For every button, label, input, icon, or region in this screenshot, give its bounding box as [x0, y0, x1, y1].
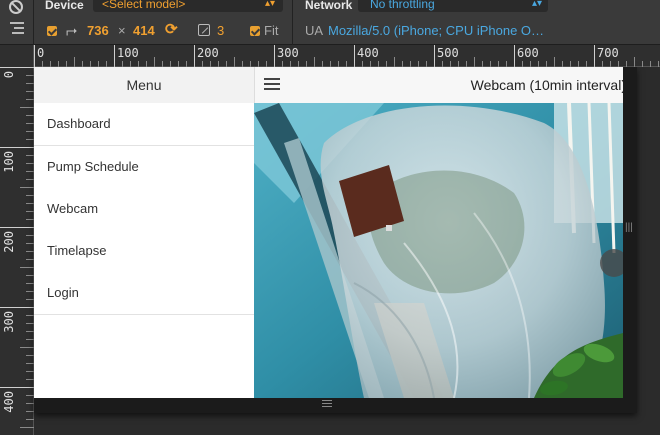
- ruler-left-label: 100: [2, 151, 16, 173]
- throttling-select[interactable]: No throttling ▴▾: [358, 0, 548, 12]
- resize-icon: ⮣: [66, 22, 78, 38]
- fit-checkbox[interactable]: [250, 26, 260, 36]
- emulate-resolution-checkbox[interactable]: [47, 26, 57, 36]
- device-label: Device: [45, 0, 84, 12]
- vertical-ruler: 0 100 200 300 400: [0, 45, 34, 435]
- device-pixel-ratio-input[interactable]: 3: [217, 23, 224, 38]
- ruler-top-label: 100: [117, 46, 139, 60]
- height-resize-handle[interactable]: [322, 400, 332, 408]
- page-title: Webcam (10min interval): [470, 77, 623, 93]
- throttling-select-value: No throttling: [370, 0, 435, 11]
- ruler-left-label: 300: [2, 311, 16, 333]
- width-input[interactable]: 736: [87, 23, 109, 38]
- ruler-top-label: 700: [597, 46, 619, 60]
- menu-item-webcam[interactable]: Webcam: [34, 188, 254, 231]
- ruler-top-label: 200: [197, 46, 219, 60]
- ruler-top-label: 300: [277, 46, 299, 60]
- ruler-left-label: 400: [2, 391, 16, 413]
- times-sign: ×: [118, 23, 126, 38]
- user-agent-input[interactable]: Mozilla/5.0 (iPhone; CPU iPhone O…: [328, 23, 544, 38]
- devtools-device-mode: Device <Select model> ▴▾ ⮣ 736 × 414 ⟳ 3…: [0, 0, 660, 435]
- width-resize-handle[interactable]: |||: [625, 223, 633, 233]
- content-header: Webcam (10min interval): [254, 67, 623, 103]
- hamburger-menu-icon[interactable]: [264, 78, 280, 90]
- fit-label: Fit: [264, 23, 279, 38]
- device-pixel-ratio-icon: [198, 24, 210, 36]
- model-select[interactable]: <Select model> ▴▾: [93, 0, 283, 12]
- ruler-top-label: 0: [37, 46, 44, 60]
- menu-header: Menu: [34, 67, 254, 103]
- disable-icon[interactable]: [9, 0, 23, 14]
- horizontal-ruler: 0 100 200 300 400 500 600 700: [34, 45, 660, 67]
- menu-item-dashboard[interactable]: Dashboard: [34, 103, 254, 146]
- height-input[interactable]: 414: [133, 23, 155, 38]
- ruler-left-label: 0: [2, 71, 16, 78]
- emulated-viewport: Menu Dashboard Pump Schedule Webcam Time…: [34, 67, 623, 398]
- ruler-top-label: 500: [437, 46, 459, 60]
- devtools-toolbar: Device <Select model> ▴▾ ⮣ 736 × 414 ⟳ 3…: [0, 0, 660, 45]
- webcam-image: [254, 103, 623, 398]
- ua-label: UA: [305, 23, 324, 38]
- ruler-top-label: 400: [357, 46, 379, 60]
- menu-item-pump-schedule[interactable]: Pump Schedule: [34, 146, 254, 189]
- rotate-icon[interactable]: ⟳: [165, 20, 178, 38]
- toolbar-divider: [292, 0, 293, 45]
- menu-item-login[interactable]: Login: [34, 272, 254, 315]
- select-arrows-icon: ▴▾: [531, 0, 542, 9]
- model-select-value: <Select model>: [102, 0, 186, 11]
- ruler-left-label: 200: [2, 231, 16, 253]
- media-queries-icon[interactable]: [10, 22, 24, 34]
- select-arrows-icon: ▴▾: [264, 0, 275, 9]
- menu-item-timelapse[interactable]: Timelapse: [34, 230, 254, 273]
- toolbar-icon-column: [0, 0, 34, 45]
- ruler-top-label: 600: [517, 46, 539, 60]
- network-label: Network: [305, 0, 353, 12]
